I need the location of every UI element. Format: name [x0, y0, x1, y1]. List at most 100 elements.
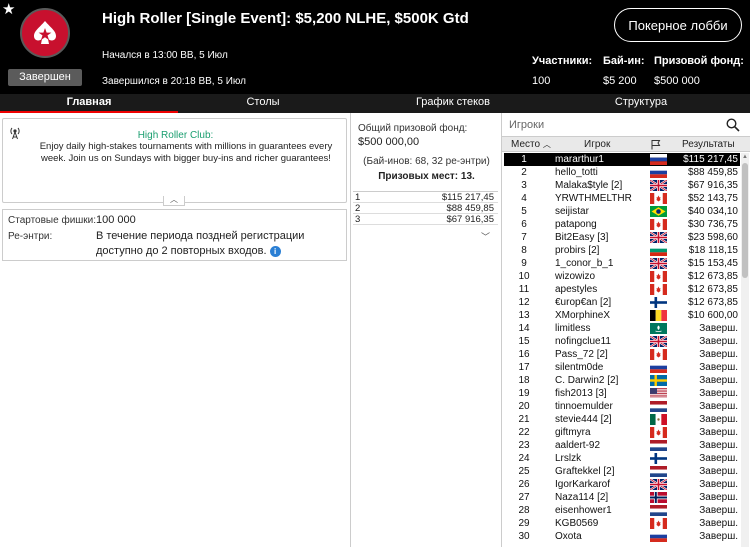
player-place: 5 [521, 206, 527, 217]
search-icon[interactable] [726, 118, 740, 132]
player-place: 10 [518, 271, 530, 282]
player-row[interactable]: 13 XMorphineX $10 600,00 [504, 309, 740, 322]
player-result: Заверш. [699, 466, 738, 477]
player-row[interactable]: 4 YRWTHMELTHR $52 143,75 [504, 192, 740, 205]
player-place: 19 [518, 388, 530, 399]
player-row[interactable]: 18 C. Darwin2 [2] Заверш. [504, 374, 740, 387]
buyin-value: $5 200 [603, 75, 637, 87]
player-place: 18 [518, 375, 530, 386]
player-row[interactable]: 23 aaldert-92 Заверш. [504, 439, 740, 452]
player-place: 9 [521, 258, 527, 269]
info-icon[interactable]: i [269, 245, 281, 257]
player-place: 26 [518, 479, 530, 490]
player-row[interactable]: 3 Malaka$tyle [2] $67 916,35 [504, 179, 740, 192]
expand-chevron-down-icon[interactable]: ﹀ [481, 230, 490, 243]
entrants-label: Участники: [532, 55, 593, 67]
prizepool-label: Призовой фонд: [654, 55, 744, 67]
collapse-chevron-up-icon[interactable]: ︿ [163, 196, 185, 206]
players-search-input[interactable]: Игроки [509, 119, 544, 131]
player-row[interactable]: 20 tinnoemulder Заверш. [504, 400, 740, 413]
player-result: Заверш. [699, 349, 738, 360]
player-name: eisenhower1 [555, 505, 612, 516]
favorite-star-icon[interactable]: ★ [2, 2, 15, 17]
player-row[interactable]: 28 eisenhower1 Заверш. [504, 504, 740, 517]
player-row[interactable]: 29 KGB0569 Заверш. [504, 517, 740, 530]
player-row[interactable]: 30 Oxota Заверш. [504, 530, 740, 543]
player-result: Заверш. [699, 388, 738, 399]
col-results[interactable]: Результаты [682, 139, 735, 150]
mo-flag-icon [650, 323, 667, 334]
tab-structure[interactable]: Структура [556, 94, 726, 113]
player-row[interactable]: 2 hello_totti $88 459,85 [504, 166, 740, 179]
tab-stack-chart[interactable]: График стеков [368, 94, 538, 113]
tournament-header: ★ Завершен High Roller [Single Event]: $… [0, 0, 750, 94]
starting-chips-label: Стартовые фишки: [8, 215, 97, 226]
col-place[interactable]: Место ︿ [511, 139, 551, 150]
promo-text: Enjoy daily high-stakes tournaments with… [39, 141, 333, 164]
player-name: silentm0de [555, 362, 604, 373]
player-row[interactable]: 12 €urop€an [2] $12 673,85 [504, 296, 740, 309]
poker-lobby-button[interactable]: Покерное лобби [614, 8, 742, 42]
player-row[interactable]: 24 Lrslzk Заверш. [504, 452, 740, 465]
player-row[interactable]: 9 1_conor_b_1 $15 153,45 [504, 257, 740, 270]
player-result: Заверш. [699, 505, 738, 516]
player-row[interactable]: 26 IgorKarkarof Заверш. [504, 478, 740, 491]
player-row[interactable]: 5 seijistar $40 034,10 [504, 205, 740, 218]
spade-star-icon [34, 21, 56, 44]
player-name: patapong [555, 219, 597, 230]
payout-row: 3 $67 916,35 [353, 214, 498, 225]
player-row[interactable]: 10 wizowizo $12 673,85 [504, 270, 740, 283]
player-row[interactable]: 8 probirs [2] $18 118,15 [504, 244, 740, 257]
player-place: 11 [518, 284, 530, 295]
flag-column-icon[interactable] [650, 139, 661, 153]
player-row[interactable]: 1 mararthur1 $115 217,45 [504, 153, 740, 166]
player-row[interactable]: 19 fish2013 [3] Заверш. [504, 387, 740, 400]
player-row[interactable]: 6 patapong $30 736,75 [504, 218, 740, 231]
no-flag-icon [650, 492, 667, 503]
ca-flag-icon [650, 193, 667, 204]
player-place: 2 [521, 167, 527, 178]
player-name: hello_totti [555, 167, 598, 178]
player-place: 20 [518, 401, 530, 412]
scrollbar-thumb[interactable] [742, 163, 748, 278]
gb-flag-icon [649, 478, 668, 491]
player-name: apestyles [555, 284, 598, 295]
fi-flag-icon [650, 453, 667, 464]
tab-tables[interactable]: Столы [178, 94, 348, 113]
player-place: 6 [521, 219, 527, 230]
player-row[interactable]: 11 apestyles $12 673,85 [504, 283, 740, 296]
nl-flag-icon [650, 401, 667, 412]
player-row[interactable]: 22 giftmyra Заверш. [504, 426, 740, 439]
player-row[interactable]: 14 limitless Заверш. [504, 322, 740, 335]
scroll-up-arrow-icon[interactable]: ▲ [741, 153, 749, 161]
player-row[interactable]: 17 silentm0de Заверш. [504, 361, 740, 374]
player-name: Oxota [555, 531, 582, 542]
tournament-details: Стартовые фишки: 100 000 Ре-энтри: В теч… [2, 209, 347, 261]
player-result: Заверш. [699, 375, 738, 386]
player-row[interactable]: 25 Graftekkel [2] Заверш. [504, 465, 740, 478]
player-name: C. Darwin2 [2] [555, 375, 619, 386]
player-place: 21 [518, 414, 530, 425]
ca-flag-icon [650, 349, 667, 360]
player-row[interactable]: 15 nofingclue11 Заверш. [504, 335, 740, 348]
player-row[interactable]: 21 stevie444 [2] Заверш. [504, 413, 740, 426]
players-scrollbar[interactable]: ▲ [741, 153, 749, 547]
player-place: 3 [521, 180, 527, 191]
col-player[interactable]: Игрок [584, 139, 610, 150]
gb-flag-icon [649, 179, 668, 192]
player-row[interactable]: 16 Pass_72 [2] Заверш. [504, 348, 740, 361]
ca-flag-icon [650, 518, 667, 529]
player-result: Заверш. [699, 401, 738, 412]
total-prizepool-label: Общий призовой фонд: [358, 123, 468, 134]
mx-flag-icon [650, 414, 667, 425]
player-result: Заверш. [699, 323, 738, 334]
player-result: $67 916,35 [687, 180, 738, 191]
ca-flag-icon [650, 219, 667, 230]
player-result: $115 217,45 [683, 154, 738, 165]
player-row[interactable]: 7 Bit2Easy [3] $23 598,60 [504, 231, 740, 244]
player-name: Naza114 [2] [555, 492, 609, 503]
player-name: seijistar [555, 206, 589, 217]
tab-main[interactable]: Главная [0, 94, 178, 113]
player-row[interactable]: 27 Naza114 [2] Заверш. [504, 491, 740, 504]
player-result: $18 118,15 [688, 245, 738, 256]
